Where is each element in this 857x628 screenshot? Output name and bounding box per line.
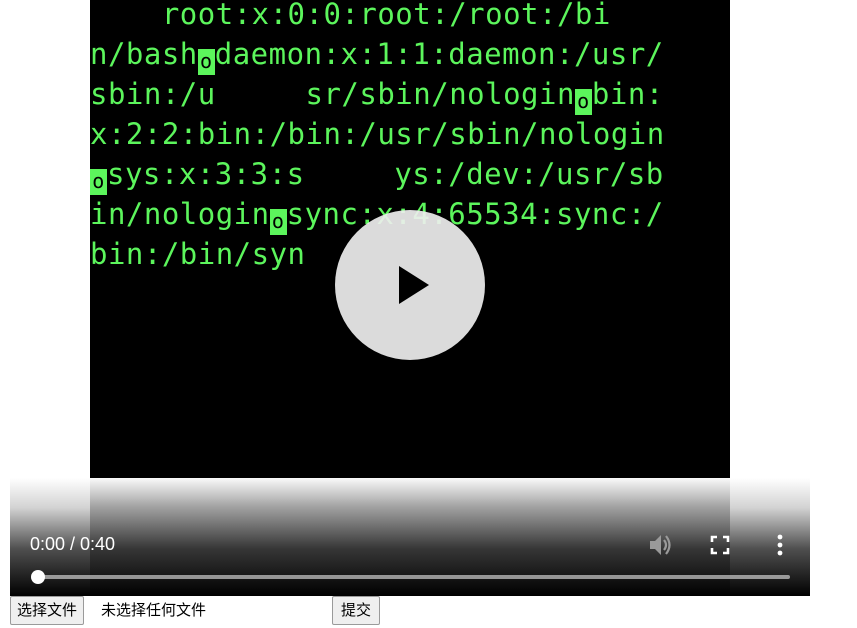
cursor-glyph: o (269, 209, 287, 235)
progress-track[interactable] (38, 575, 790, 579)
volume-icon[interactable] (646, 531, 674, 559)
choose-file-button[interactable]: 选择文件 (10, 596, 85, 625)
terminal-line-4: x:2:2:bin:/bin:/usr/sbin/nologin (90, 117, 665, 151)
progress-thumb[interactable] (31, 570, 45, 584)
more-vertical-icon[interactable] (766, 531, 794, 559)
terminal-line-7: bin:/bin/syn (90, 237, 306, 271)
video-player[interactable]: root:x:0:0:root:/root:/bi n/bash odaemon:… (10, 0, 810, 596)
time-display: 0:00 / 0:40 (30, 534, 116, 554)
play-icon (399, 266, 429, 304)
play-button[interactable] (335, 210, 485, 360)
terminal-line-5: osys:x:3:3:s ys:/dev:/usr/sb (90, 158, 664, 195)
cursor-glyph: o (197, 49, 215, 75)
submit-button[interactable]: 提交 (332, 596, 381, 625)
cursor-glyph: o (574, 89, 592, 115)
terminal-line-1: root:x:0:0:root:/root:/bi (90, 0, 611, 31)
cursor-glyph: o (90, 169, 107, 195)
terminal-line-3: sbin:/u sr/sbin/nologin obin: (90, 77, 664, 115)
file-status-label: 未选择任何文件 (101, 601, 207, 619)
terminal-line-2: n/bash odaemon:x:1:1:daemon:/usr/ (90, 37, 664, 75)
fullscreen-icon[interactable] (706, 531, 734, 559)
